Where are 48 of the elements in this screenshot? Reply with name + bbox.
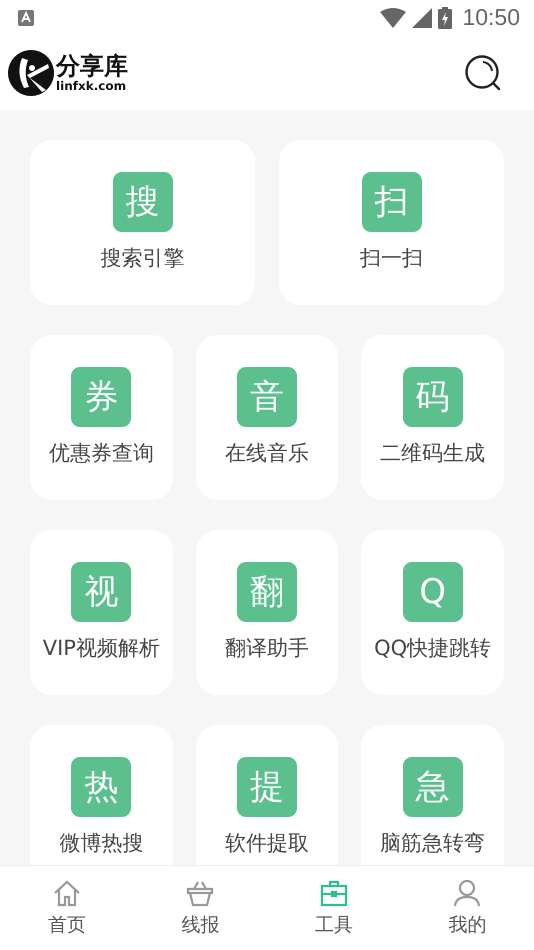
tool-card[interactable]: 提 软件提取 bbox=[196, 724, 338, 865]
tool-icon: Q bbox=[402, 562, 463, 622]
tool-icon: 扫 bbox=[362, 172, 422, 232]
tool-label: 微博热搜 bbox=[59, 830, 144, 858]
tool-label: 搜索引擎 bbox=[100, 245, 184, 272]
keyboard-icon bbox=[18, 10, 34, 26]
nav-tab[interactable]: 工具 bbox=[267, 866, 400, 950]
tool-icon: 翻 bbox=[236, 562, 297, 622]
search-icon[interactable] bbox=[464, 54, 502, 92]
tool-icon: 视 bbox=[71, 562, 132, 622]
tool-card[interactable]: 急 脑筋急转弯 bbox=[361, 724, 504, 865]
wifi-icon bbox=[380, 8, 406, 28]
person-icon bbox=[452, 878, 482, 908]
tool-card[interactable]: 券 优惠券查询 bbox=[30, 334, 173, 500]
tool-card[interactable]: 翻 翻译助手 bbox=[196, 530, 338, 695]
tool-card[interactable]: 热 微博热搜 bbox=[30, 724, 173, 865]
tool-card[interactable]: 视 VIP视频解析 bbox=[30, 530, 173, 695]
logo-title: 分享库 bbox=[56, 54, 128, 78]
signal-icon bbox=[412, 8, 432, 28]
tool-label: 翻译助手 bbox=[224, 635, 309, 662]
tool-label: 脑筋急转弯 bbox=[380, 830, 486, 858]
tool-icon: 提 bbox=[236, 757, 297, 818]
home-icon bbox=[52, 878, 82, 908]
tool-icon: 搜 bbox=[112, 172, 172, 232]
clock-time: 10:50 bbox=[462, 4, 520, 32]
tool-label: QQ快捷跳转 bbox=[374, 635, 492, 662]
tool-icon: 音 bbox=[236, 367, 297, 428]
tool-icon: 券 bbox=[71, 367, 132, 428]
tool-label: 二维码生成 bbox=[380, 440, 486, 468]
tool-card[interactable]: 音 在线音乐 bbox=[196, 334, 338, 500]
battery-icon bbox=[438, 6, 452, 29]
nav-tab[interactable]: 我的 bbox=[400, 866, 534, 950]
tool-label: 扫一扫 bbox=[360, 245, 423, 272]
logo-subtitle: linfxk.com bbox=[56, 80, 128, 92]
tool-label: 优惠券查询 bbox=[48, 440, 154, 468]
tool-icon: 急 bbox=[402, 757, 463, 818]
tool-label: VIP视频解析 bbox=[42, 635, 160, 662]
nav-tab[interactable]: 线报 bbox=[134, 866, 267, 950]
nav-tab[interactable]: 首页 bbox=[0, 866, 134, 950]
tool-icon: 码 bbox=[402, 367, 463, 428]
tool-label: 软件提取 bbox=[224, 830, 309, 858]
tool-label: 在线音乐 bbox=[224, 440, 309, 468]
tool-card[interactable]: Q QQ快捷跳转 bbox=[361, 530, 504, 695]
tool-card[interactable]: 码 二维码生成 bbox=[361, 334, 504, 500]
tool-card[interactable]: 搜 搜索引擎 bbox=[30, 140, 255, 305]
logo-icon bbox=[8, 50, 54, 96]
tool-icon: 热 bbox=[71, 757, 132, 818]
tool-card[interactable]: 扫 扫一扫 bbox=[279, 140, 504, 305]
